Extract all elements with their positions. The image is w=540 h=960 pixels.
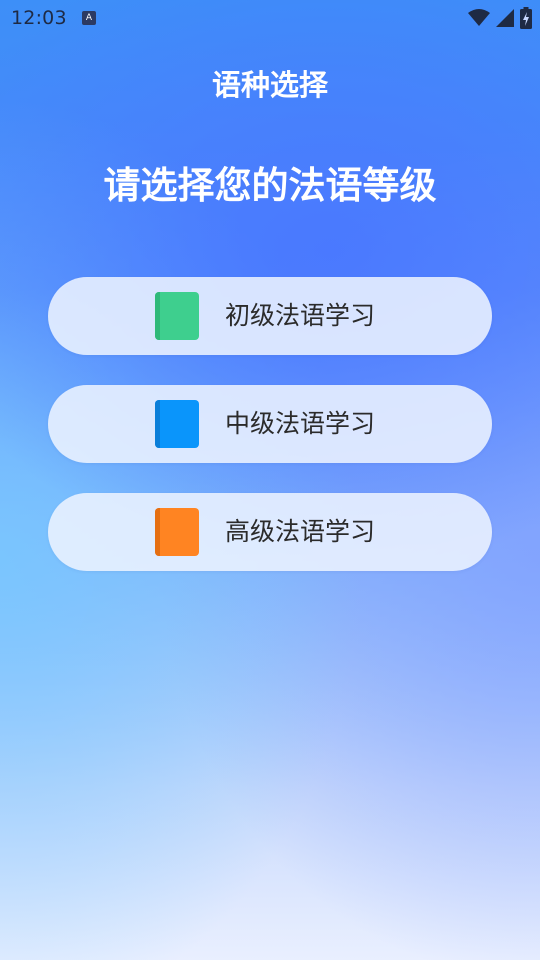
book-icon — [155, 508, 199, 556]
level-button-intermediate[interactable]: 中级法语学习 — [48, 385, 492, 463]
battery-charging-icon — [520, 7, 532, 29]
level-button-beginner[interactable]: 初级法语学习 — [48, 277, 492, 355]
status-bar: 12:03 A — [0, 0, 540, 38]
level-prompt: 请选择您的法语等级 — [103, 164, 437, 207]
level-button-advanced[interactable]: 高级法语学习 — [48, 493, 492, 571]
book-icon — [155, 400, 199, 448]
status-icons — [468, 7, 532, 29]
app-notification-icon: A — [82, 11, 96, 25]
level-list: 初级法语学习 中级法语学习 高级法语学习 — [48, 277, 492, 601]
status-time: 12:03 — [11, 7, 67, 29]
cell-signal-icon — [496, 9, 514, 27]
level-label: 高级法语学习 — [225, 517, 376, 546]
wifi-icon — [468, 9, 490, 27]
level-label: 初级法语学习 — [225, 301, 376, 330]
screen: 12:03 A 语种选择 请选择您的法语等级 初级法语学习 中级法语学习 高级法… — [0, 0, 540, 960]
book-icon — [155, 292, 199, 340]
page-title: 语种选择 — [211, 68, 328, 102]
level-label: 中级法语学习 — [225, 409, 376, 438]
